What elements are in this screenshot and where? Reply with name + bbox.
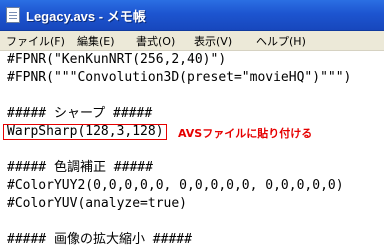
editor-line: ##### 色調補正 ##### [7, 160, 153, 175]
editor-line: ##### 画像の拡大縮小 ##### [7, 232, 192, 247]
editor-line: #ColorYUY2(0,0,0,0,0, 0,0,0,0,0, 0,0,0,0… [7, 178, 344, 193]
menu-edit[interactable]: 編集(E) [77, 33, 115, 49]
menu-view[interactable]: 表示(V) [194, 33, 232, 49]
title-bar: Legacy.avs - メモ帳 [0, 0, 384, 31]
menu-help[interactable]: ヘルプ(H) [256, 33, 306, 49]
editor-line: #FPNR("""Convolution3D(preset="movieHQ")… [7, 70, 352, 85]
window-title: Legacy.avs - メモ帳 [26, 9, 146, 24]
highlight-box [3, 124, 167, 140]
editor-line: ##### シャープ ##### [7, 106, 153, 121]
menu-bar: ファイル(F) 編集(E) 書式(O) 表示(V) ヘルプ(H) [0, 31, 384, 51]
menu-file[interactable]: ファイル(F) [6, 33, 65, 49]
editor-line: #ColorYUV(analyze=true) [7, 196, 188, 211]
editor-line: #FPNR("KenKunNRT(256,2,40)") [7, 52, 227, 67]
notepad-icon [6, 7, 20, 23]
text-editor[interactable]: #FPNR("KenKunNRT(256,2,40)") #FPNR("""Co… [0, 51, 384, 247]
annotation-label: AVSファイルに貼り付ける [178, 127, 313, 140]
menu-format[interactable]: 書式(O) [136, 33, 175, 49]
